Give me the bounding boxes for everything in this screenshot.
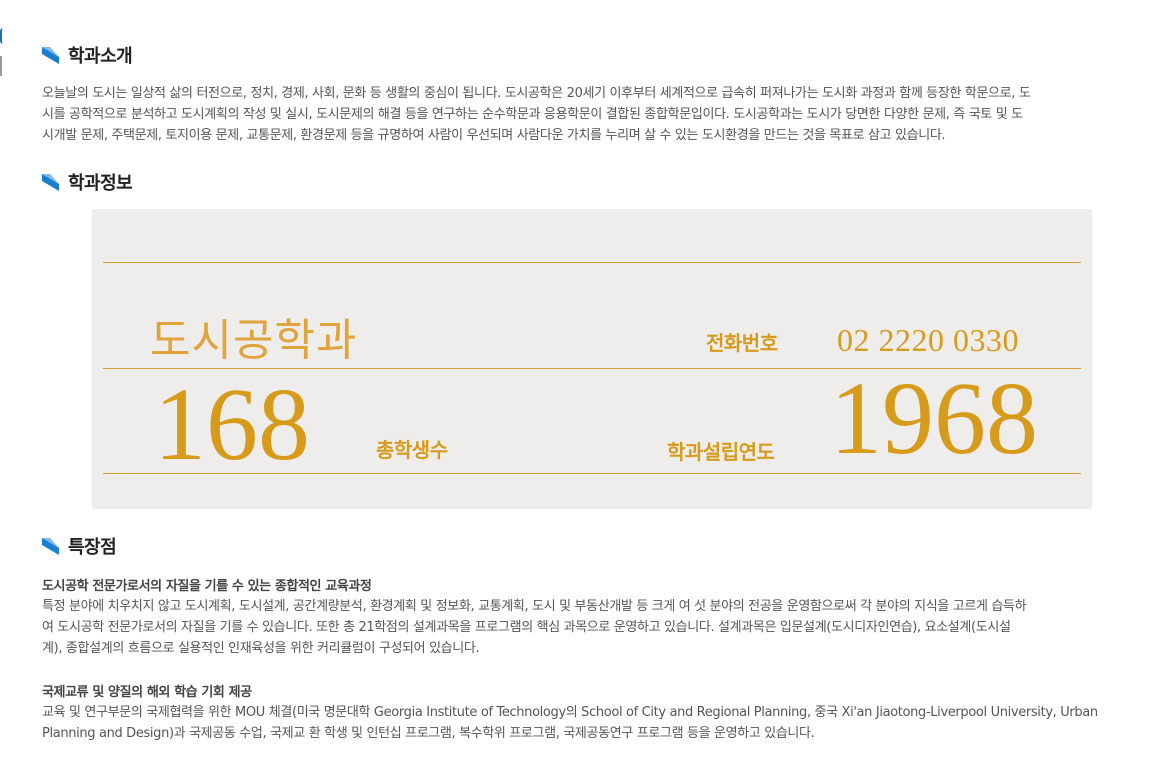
divider-line [103,262,1081,263]
total-students-value: 168 [154,367,310,482]
section-heading-intro: 학과소개 [42,43,133,67]
feature-paragraph-international: 교육 및 연구부문의 국제협력을 위한 MOU 체결(미국 명문대학 Georg… [42,702,1142,744]
department-name: 도시공학과 [150,315,358,366]
section-title: 특장점 [68,537,117,558]
department-info-panel: 도시공학과 전화번호 02 2220 0330 168 총학생수 학과설립연도 … [92,209,1092,509]
section-title: 학과정보 [68,173,133,194]
feature-title-international: 국제교류 및 양질의 해외 학습 기회 제공 [42,685,252,700]
total-students-label: 총학생수 [376,438,448,462]
edge-bracket [0,28,3,44]
text-line: Planning and Design)과 국제공동 수업, 국제교 환 학생 … [42,726,815,741]
section-heading-info: 학과정보 [42,170,133,194]
founded-year-value: 1968 [830,361,1038,476]
text-line: 여 도시공학 전문가로서의 자질을 기를 수 있습니다. 또한 총 21학점의 … [42,620,1011,635]
section-title: 학과소개 [68,46,133,67]
feature-title-curriculum: 도시공학 전문가로서의 자질을 기를 수 있는 종합적인 교육과정 [42,579,372,594]
section-bullet-icon [42,537,59,555]
phone-label: 전화번호 [706,331,778,355]
edge-bar [0,56,2,76]
intro-paragraph: 오늘날의 도시는 일상적 삶의 터전으로, 정치, 경제, 사회, 문화 등 생… [42,83,1142,146]
text-line: 시개발 문제, 주택문제, 토지이용 문제, 교통문제, 환경문제 등을 규명하… [42,128,946,143]
section-heading-features: 특장점 [42,534,117,558]
text-line: 교육 및 연구부문의 국제협력을 위한 MOU 체결(미국 명문대학 Georg… [42,705,1098,720]
text-line: 특정 분야에 치우치지 않고 도시계획, 도시설계, 공간계량분석, 환경계획 … [42,599,1027,614]
feature-paragraph-curriculum: 특정 분야에 치우치지 않고 도시계획, 도시설계, 공간계량분석, 환경계획 … [42,596,1142,659]
section-bullet-icon [42,173,59,191]
text-line: 오늘날의 도시는 일상적 삶의 터전으로, 정치, 경제, 사회, 문화 등 생… [42,86,1031,101]
founded-year-label: 학과설립연도 [667,440,775,464]
section-bullet-icon [42,46,59,64]
phone-number: 02 2220 0330 [837,322,1019,358]
text-line: 계), 종합설계의 흐름으로 실용적인 인재육성을 위한 커리큘럼이 구성되어 … [42,641,480,656]
left-edge-decoration [0,28,4,76]
text-line: 시를 공학적으로 분석하고 도시계획의 작성 및 실시, 도시문제의 해결 등을… [42,107,1023,122]
